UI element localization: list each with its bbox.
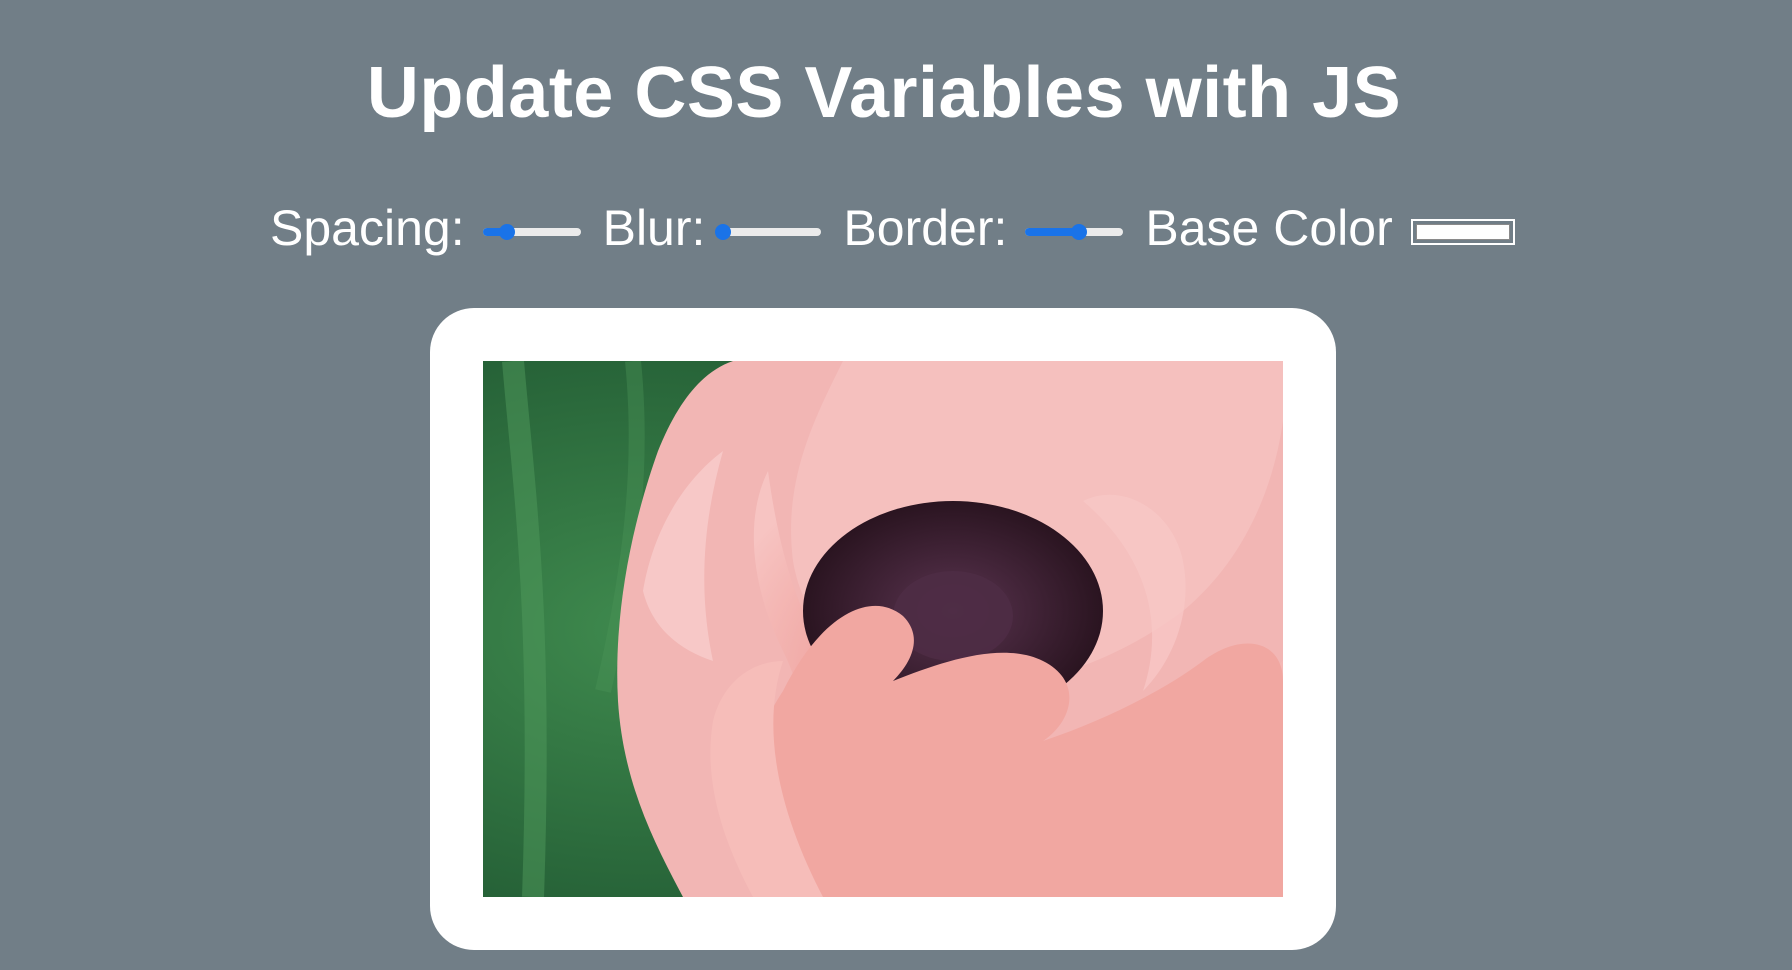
spacing-slider[interactable] xyxy=(482,224,581,240)
base-color-swatch xyxy=(1415,224,1510,240)
controls-bar: Spacing: Blur: Border: Base Color xyxy=(270,198,1515,258)
blur-label: Blur: xyxy=(602,200,706,256)
blur-slider-thumb[interactable] xyxy=(715,224,732,240)
spacing-label: Spacing: xyxy=(270,200,465,256)
base-color-label: Base Color xyxy=(1145,200,1393,256)
spacing-slider-thumb[interactable] xyxy=(499,224,516,240)
image-frame xyxy=(430,308,1336,950)
border-slider-thumb[interactable] xyxy=(1071,224,1088,240)
poppy-image xyxy=(483,361,1283,897)
page-title: Update CSS Variables with JS xyxy=(366,53,1402,133)
border-label: Border: xyxy=(843,200,1008,256)
base-color-picker[interactable] xyxy=(1410,219,1515,245)
blur-slider[interactable] xyxy=(715,224,822,240)
border-slider[interactable] xyxy=(1025,224,1124,240)
